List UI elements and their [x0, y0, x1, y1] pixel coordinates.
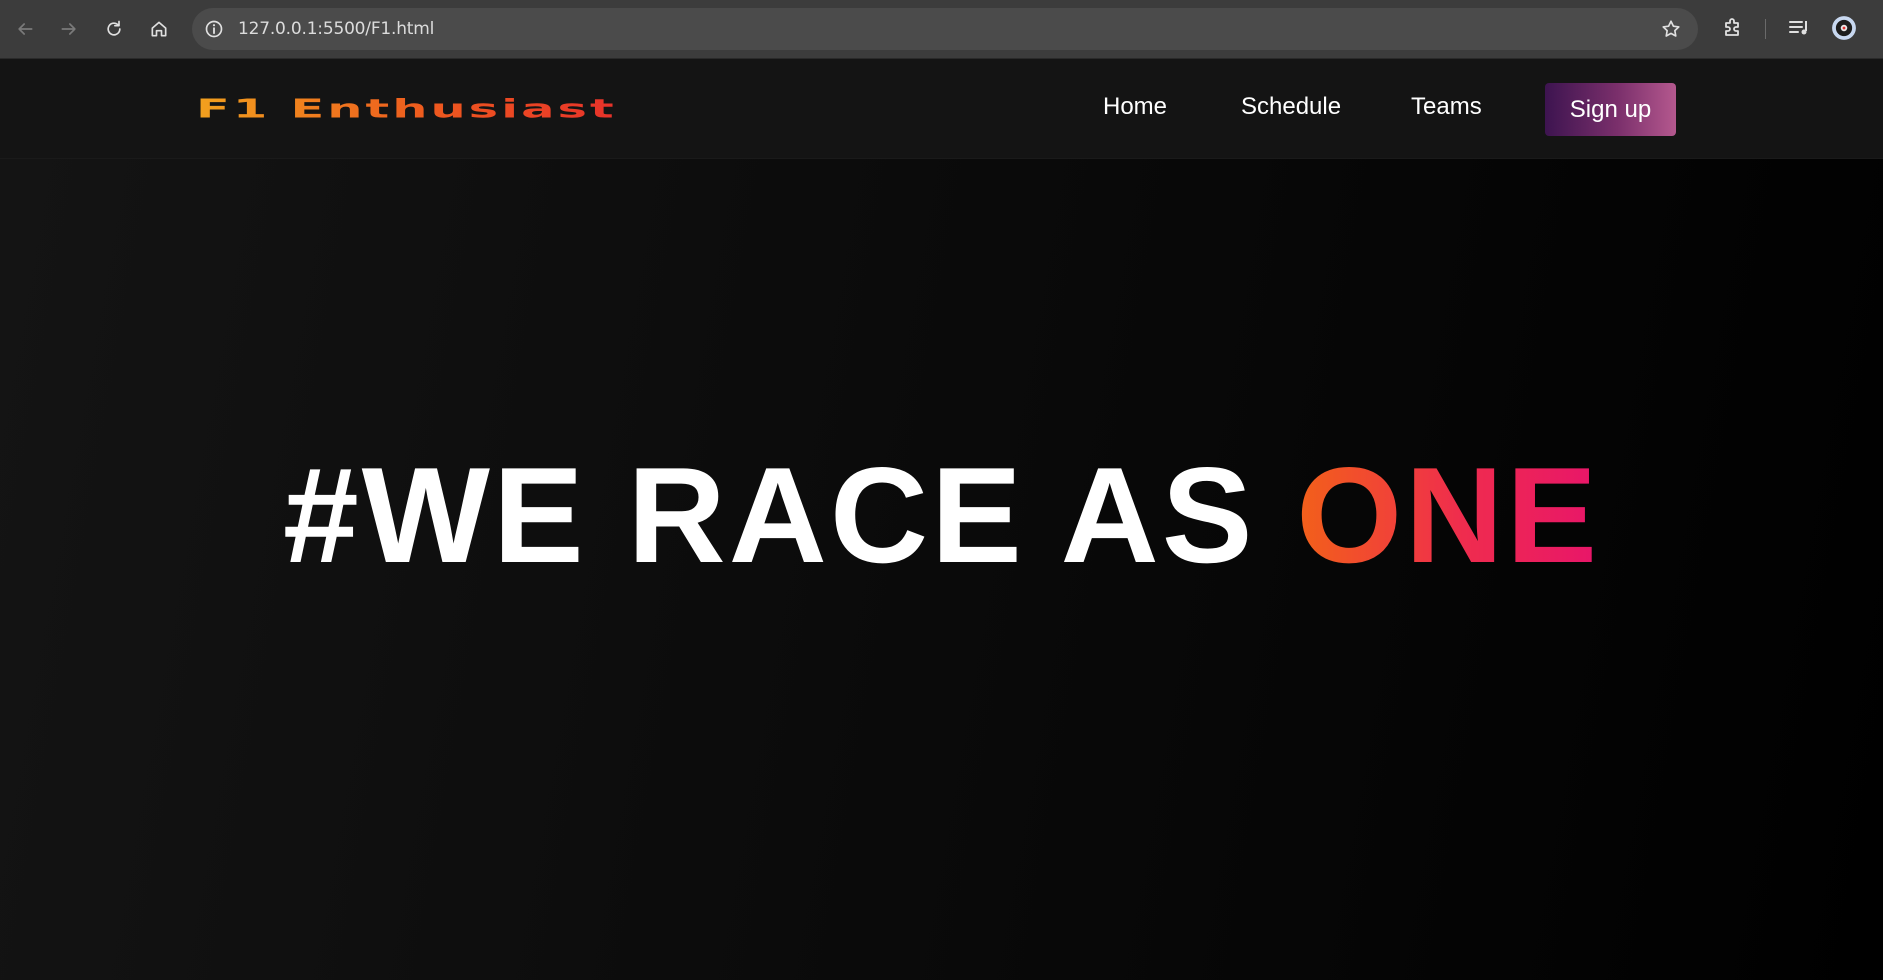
nav-link-home[interactable]: Home	[1103, 93, 1167, 121]
extensions-button[interactable]	[1720, 15, 1746, 41]
hero-title: #WE RACE AS ONE	[0, 447, 1883, 583]
star-icon[interactable]	[1660, 18, 1682, 40]
nav-link-schedule[interactable]: Schedule	[1241, 93, 1341, 121]
url-text[interactable]: 127.0.0.1:5500/F1.html	[238, 19, 434, 39]
hero-title-accent: ONE	[1296, 439, 1601, 591]
media-button[interactable]	[1786, 15, 1812, 41]
media-queue-icon	[1789, 21, 1807, 35]
arrow-right-icon	[61, 23, 76, 35]
profile-icon	[1832, 16, 1856, 40]
site-header: F1 Enthusiast Home Schedule Teams Sign u…	[0, 59, 1883, 159]
puzzle-icon	[1725, 18, 1739, 36]
address-bar[interactable]: 127.0.0.1:5500/F1.html	[192, 8, 1698, 50]
reload-icon	[107, 20, 121, 36]
home-icon	[151, 21, 167, 37]
back-button[interactable]	[10, 14, 40, 44]
site-logo[interactable]: F1 Enthusiast	[196, 93, 617, 123]
info-icon[interactable]	[204, 19, 224, 39]
toolbar-divider	[1765, 19, 1766, 39]
hero-title-main: #WE RACE AS	[282, 439, 1297, 591]
sign-up-button[interactable]: Sign up	[1545, 83, 1676, 136]
arrow-left-icon	[18, 23, 33, 35]
forward-button[interactable]	[54, 14, 84, 44]
browser-toolbar: 127.0.0.1:5500/F1.html	[0, 0, 1883, 59]
hero-section: #WE RACE AS ONE	[0, 159, 1883, 980]
reload-button[interactable]	[99, 14, 129, 44]
home-button[interactable]	[144, 14, 174, 44]
nav-link-teams[interactable]: Teams	[1411, 93, 1482, 121]
profile-button[interactable]	[1831, 15, 1857, 41]
